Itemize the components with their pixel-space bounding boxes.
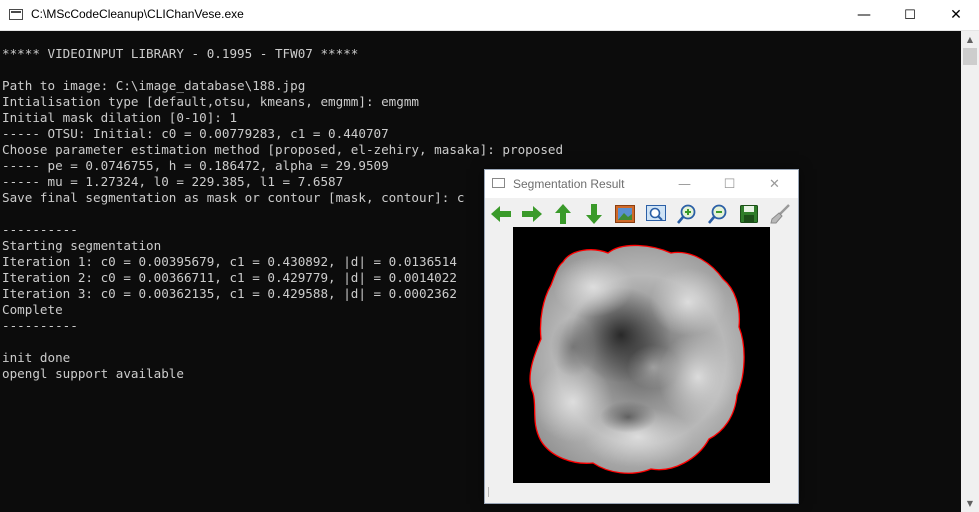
- console-app-icon: [9, 9, 23, 20]
- console-line: Intialisation type [default,otsu, kmeans…: [2, 94, 420, 109]
- console-line: Iteration 3: c0 = 0.00362135, c1 = 0.429…: [2, 286, 457, 301]
- save-icon[interactable]: [738, 203, 760, 225]
- console-line: ----- mu = 1.27324, l0 = 229.385, l1 = 7…: [2, 174, 344, 189]
- zoom-out-icon[interactable]: [707, 203, 729, 225]
- console-titlebar: C:\MScCodeCleanup\CLIChanVese.exe — ☐ ✕: [0, 0, 979, 31]
- seg-close-button[interactable]: ✕: [752, 170, 797, 198]
- console-line: Iteration 2: c0 = 0.00366711, c1 = 0.429…: [2, 270, 457, 285]
- console-line: ***** VIDEOINPUT LIBRARY - 0.1995 - TFW0…: [2, 46, 359, 61]
- scroll-thumb[interactable]: [963, 48, 977, 65]
- console-line: Path to image: C:\image_database\188.jpg: [2, 78, 306, 93]
- lesion-image: [529, 244, 745, 474]
- console-line: Iteration 1: c0 = 0.00395679, c1 = 0.430…: [2, 254, 457, 269]
- console-line: Complete: [2, 302, 63, 317]
- console-line: Initial mask dilation [0-10]: 1: [2, 110, 238, 125]
- brush-icon[interactable]: [769, 203, 791, 225]
- zoom-fit-icon[interactable]: [645, 203, 667, 225]
- arrow-right-icon[interactable]: [521, 203, 543, 225]
- segmentation-window: Segmentation Result — ☐ ✕: [484, 169, 799, 504]
- console-line: ----- OTSU: Initial: c0 = 0.00779283, c1…: [2, 126, 389, 141]
- close-button[interactable]: ✕: [933, 0, 979, 30]
- arrow-up-icon[interactable]: [552, 203, 574, 225]
- console-line: Starting segmentation: [2, 238, 162, 253]
- arrow-down-icon[interactable]: [583, 203, 605, 225]
- console-output[interactable]: ***** VIDEOINPUT LIBRARY - 0.1995 - TFW0…: [0, 31, 961, 512]
- arrow-left-icon[interactable]: [490, 203, 512, 225]
- segmentation-titlebar: Segmentation Result — ☐ ✕: [485, 170, 798, 198]
- scroll-up-icon[interactable]: ▲: [961, 31, 979, 48]
- scroll-down-icon[interactable]: ▼: [961, 495, 979, 512]
- console-line: opengl support available: [2, 366, 184, 381]
- console-line: ----- pe = 0.0746755, h = 0.186472, alph…: [2, 158, 389, 173]
- console-line: ----------: [2, 222, 78, 237]
- resize-grip[interactable]: [488, 487, 493, 497]
- segmentation-title: Segmentation Result: [513, 177, 625, 191]
- console-line: ----------: [2, 318, 78, 333]
- segmentation-toolbar: [485, 199, 798, 229]
- window-title: C:\MScCodeCleanup\CLIChanVese.exe: [31, 7, 244, 21]
- console-text: ***** VIDEOINPUT LIBRARY - 0.1995 - TFW0…: [2, 46, 563, 382]
- zoom-in-icon[interactable]: [676, 203, 698, 225]
- segmentation-app-icon: [492, 178, 505, 188]
- console-line: Choose parameter estimation method [prop…: [2, 142, 564, 157]
- segmentation-image[interactable]: [513, 227, 770, 483]
- seg-maximize-button[interactable]: ☐: [707, 170, 752, 198]
- maximize-button[interactable]: ☐: [887, 0, 933, 30]
- console-scrollbar[interactable]: ▲ ▼: [961, 31, 979, 512]
- console-line: init done: [2, 350, 71, 365]
- image-icon[interactable]: [614, 203, 636, 225]
- minimize-button[interactable]: —: [841, 0, 887, 30]
- console-line: Save final segmentation as mask or conto…: [2, 190, 465, 205]
- seg-minimize-button[interactable]: —: [662, 170, 707, 198]
